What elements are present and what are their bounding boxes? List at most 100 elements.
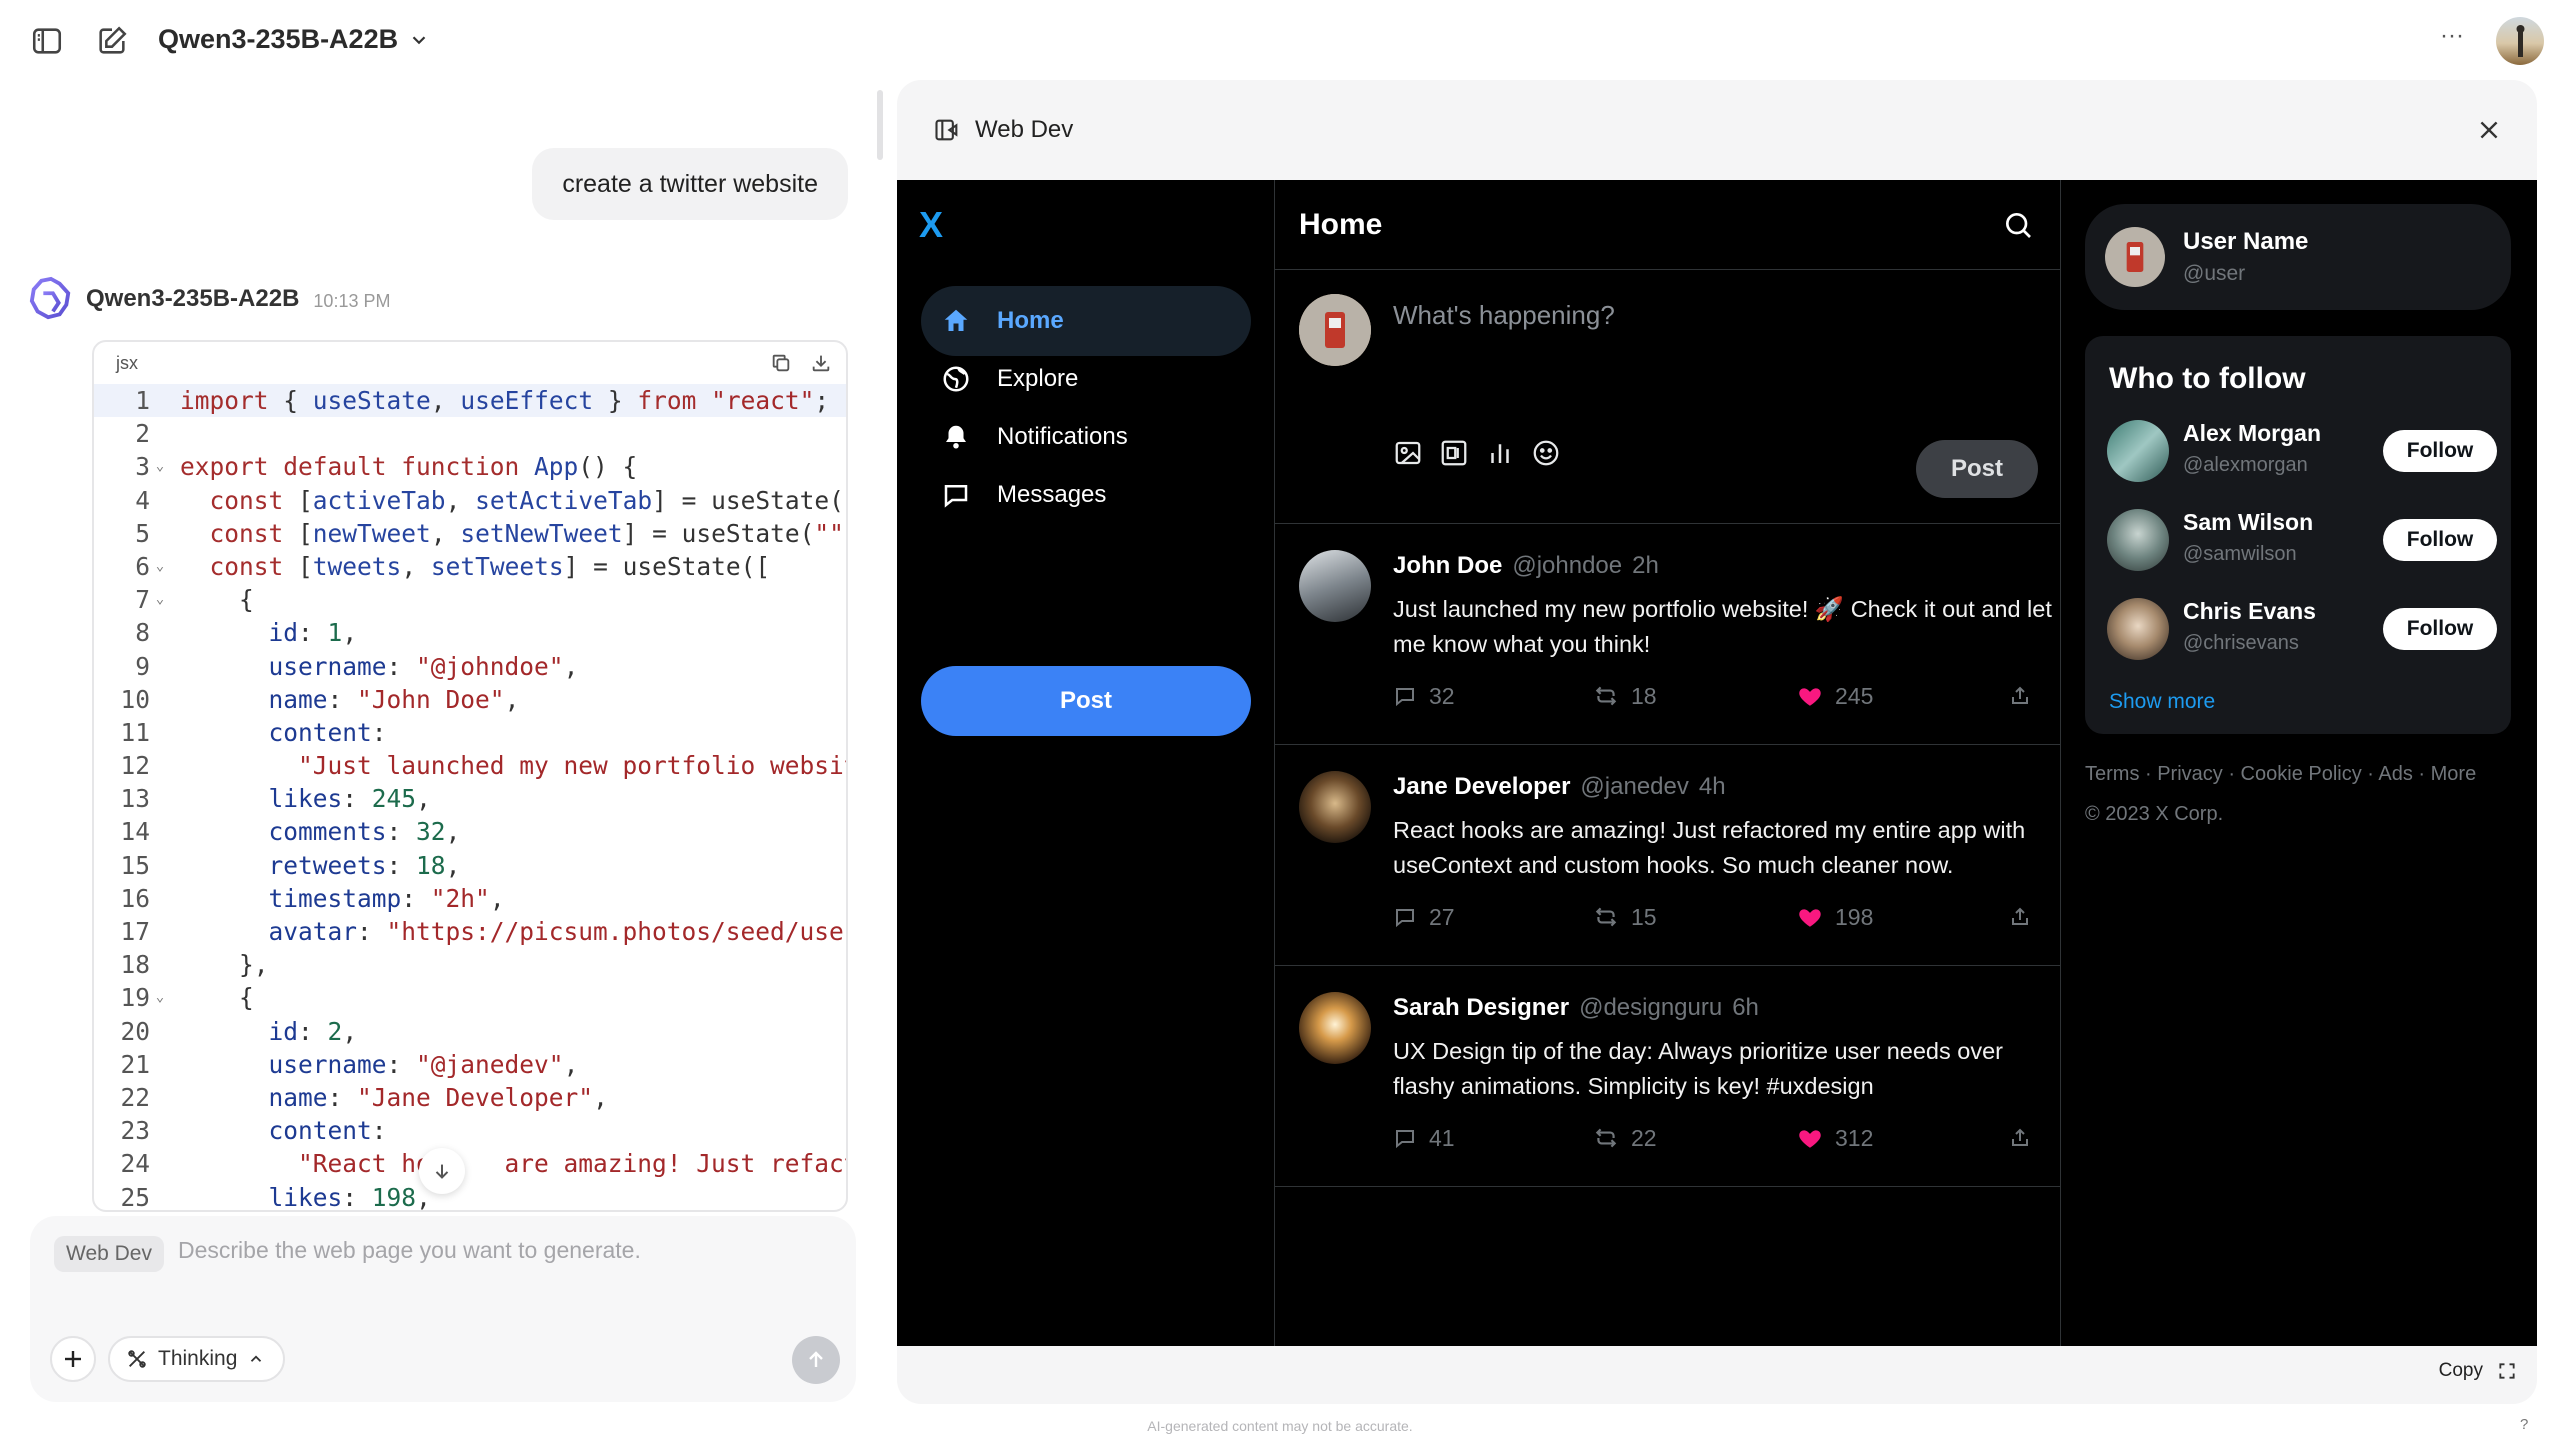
follow-suggestion[interactable]: Chris Evans @chrisevans Follow [2107,594,2497,664]
follow-button[interactable]: Follow [2383,608,2497,650]
line-number: 22 [120,1082,150,1112]
thinking-toggle[interactable]: Thinking [108,1336,286,1382]
follow-suggestion[interactable]: Alex Morgan @alexmorgan Follow [2107,416,2497,486]
profile-card[interactable]: User Name @user [2085,204,2511,310]
code-text: import { useState, useEffect } from "rea… [180,386,830,415]
fold-toggle-icon[interactable]: ⌄ [150,550,170,583]
follow-button[interactable]: Follow [2383,519,2497,561]
fold-toggle-icon [150,1114,170,1147]
follow-button[interactable]: Follow [2383,430,2497,472]
reply-button[interactable]: 32 [1393,676,1455,716]
suggestion-avatar[interactable] [2107,598,2169,660]
nav-messages[interactable]: Messages [921,460,1251,530]
code-text: comments: 32, [268,817,461,847]
tweet-author-handle[interactable]: @johndoe [1512,552,1622,580]
tweet-author-name[interactable]: Sarah Designer [1393,994,1569,1022]
fold-toggle-icon[interactable]: ⌄ [150,583,170,616]
code-block-header: jsx [94,342,846,384]
poll-icon[interactable] [1485,438,1515,468]
x-logo[interactable]: X [919,204,943,246]
model-selector[interactable]: Qwen3-235B-A22B [158,24,430,55]
copy-button[interactable]: Copy [2439,1360,2517,1382]
reply-button[interactable]: 27 [1393,897,1455,937]
suggestion-avatar[interactable] [2107,509,2169,571]
scroll-down-button[interactable] [419,1148,465,1194]
tweet-avatar[interactable] [1299,550,1371,622]
user-avatar[interactable] [2496,17,2544,65]
tweet-author-name[interactable]: John Doe [1393,552,1502,580]
fold-toggle-icon[interactable]: ⌄ [150,981,170,1014]
compose-input[interactable]: What's happening? [1393,300,1615,331]
suggestion-name[interactable]: Alex Morgan [2183,420,2321,447]
fold-toggle-icon [150,1015,170,1048]
share-button[interactable] [2008,1118,2032,1158]
tweet-avatar[interactable] [1299,771,1371,843]
copyright: © 2023 X Corp. [2085,803,2224,825]
close-panel-button[interactable] [2471,112,2507,148]
like-button[interactable]: 245 [1797,676,1873,716]
suggestion-name[interactable]: Sam Wilson [2183,509,2313,536]
pane-resize-handle[interactable] [877,90,883,160]
fold-toggle-icon [150,716,170,749]
tweet-list: John Doe @johndoe 2h Just launched my new p… [1275,524,2060,1187]
message-icon [944,485,968,508]
tweet-header: John Doe @johndoe 2h [1393,552,1659,580]
like-button[interactable]: 312 [1797,1118,1873,1158]
tweet[interactable]: Jane Developer @janedev 4h React hooks are … [1275,745,2060,966]
web-dev-tag[interactable]: Web Dev [54,1236,164,1272]
tweet-author-handle[interactable]: @janedev [1580,773,1688,801]
retweet-button[interactable]: 22 [1593,1118,1657,1158]
code-text: username: "@johndoe", [268,651,579,681]
image-icon[interactable] [1393,438,1423,468]
share-button[interactable] [2008,676,2032,716]
feed-header: Home [1275,180,2060,270]
copy-icon[interactable] [770,352,792,374]
fold-toggle-icon [150,1048,170,1081]
tweet[interactable]: John Doe @johndoe 2h Just launched my new p… [1275,524,2060,745]
nav-home-label: Home [997,307,1064,334]
help-button[interactable]: ? [2520,1416,2528,1433]
fold-toggle-icon [150,417,170,450]
tweet-avatar[interactable] [1299,992,1371,1064]
fold-toggle-icon [150,782,170,815]
search-icon[interactable] [2002,209,2034,241]
suggestion-name[interactable]: Chris Evans [2183,598,2316,625]
like-button[interactable]: 198 [1797,897,1873,937]
download-icon[interactable] [810,352,832,374]
x-feed: Home What's happening? Post John Doe @joh… [1275,180,2061,1346]
retweet-count: 22 [1631,1124,1657,1151]
suggestion-avatar[interactable] [2107,420,2169,482]
code-text: const [activeTab, setActiveTab] = useSta… [209,485,846,515]
fold-toggle-icon[interactable]: ⌄ [150,450,170,483]
line-number: 14 [120,817,150,847]
fullscreen-icon[interactable] [2497,1361,2517,1381]
code-text: { [180,983,254,1013]
reply-icon [1396,1130,1414,1149]
attach-button[interactable] [50,1336,96,1382]
code-text: const [newTweet, setNewTweet] = useState… [209,518,846,548]
new-chat-icon[interactable] [92,21,132,61]
share-button[interactable] [2008,897,2032,937]
reply-count: 32 [1429,682,1455,709]
more-options-icon[interactable]: ··· [2440,22,2464,50]
show-more-link[interactable]: Show more [2109,690,2215,714]
line-number: 12 [120,751,150,781]
compose-post-button[interactable]: Post [1916,440,2038,498]
sidebar-post-button[interactable]: Post [921,666,1251,736]
tweet-author-name[interactable]: Jane Developer [1393,773,1570,801]
nav-notifications-label: Notifications [997,423,1128,450]
follow-suggestion[interactable]: Sam Wilson @samwilson Follow [2107,505,2497,575]
footer-links[interactable]: Terms · Privacy · Cookie Policy · Ads · … [2085,754,2525,794]
sidebar-toggle-icon[interactable] [27,21,67,61]
retweet-button[interactable]: 18 [1593,676,1657,716]
gif-icon[interactable] [1439,438,1469,468]
send-button[interactable] [792,1336,840,1384]
reply-button[interactable]: 41 [1393,1118,1455,1158]
retweet-button[interactable]: 15 [1593,897,1657,937]
tweet[interactable]: Sarah Designer @designguru 6h UX Design tip… [1275,966,2060,1187]
line-number: 6 [135,551,150,581]
tweet-author-handle[interactable]: @designguru [1579,994,1722,1022]
emoji-icon[interactable] [1531,438,1561,468]
prompt-input[interactable]: Describe the web page you want to genera… [178,1237,641,1264]
code-line: 5 const [newTweet, setNewTweet] = useSta… [94,517,846,550]
